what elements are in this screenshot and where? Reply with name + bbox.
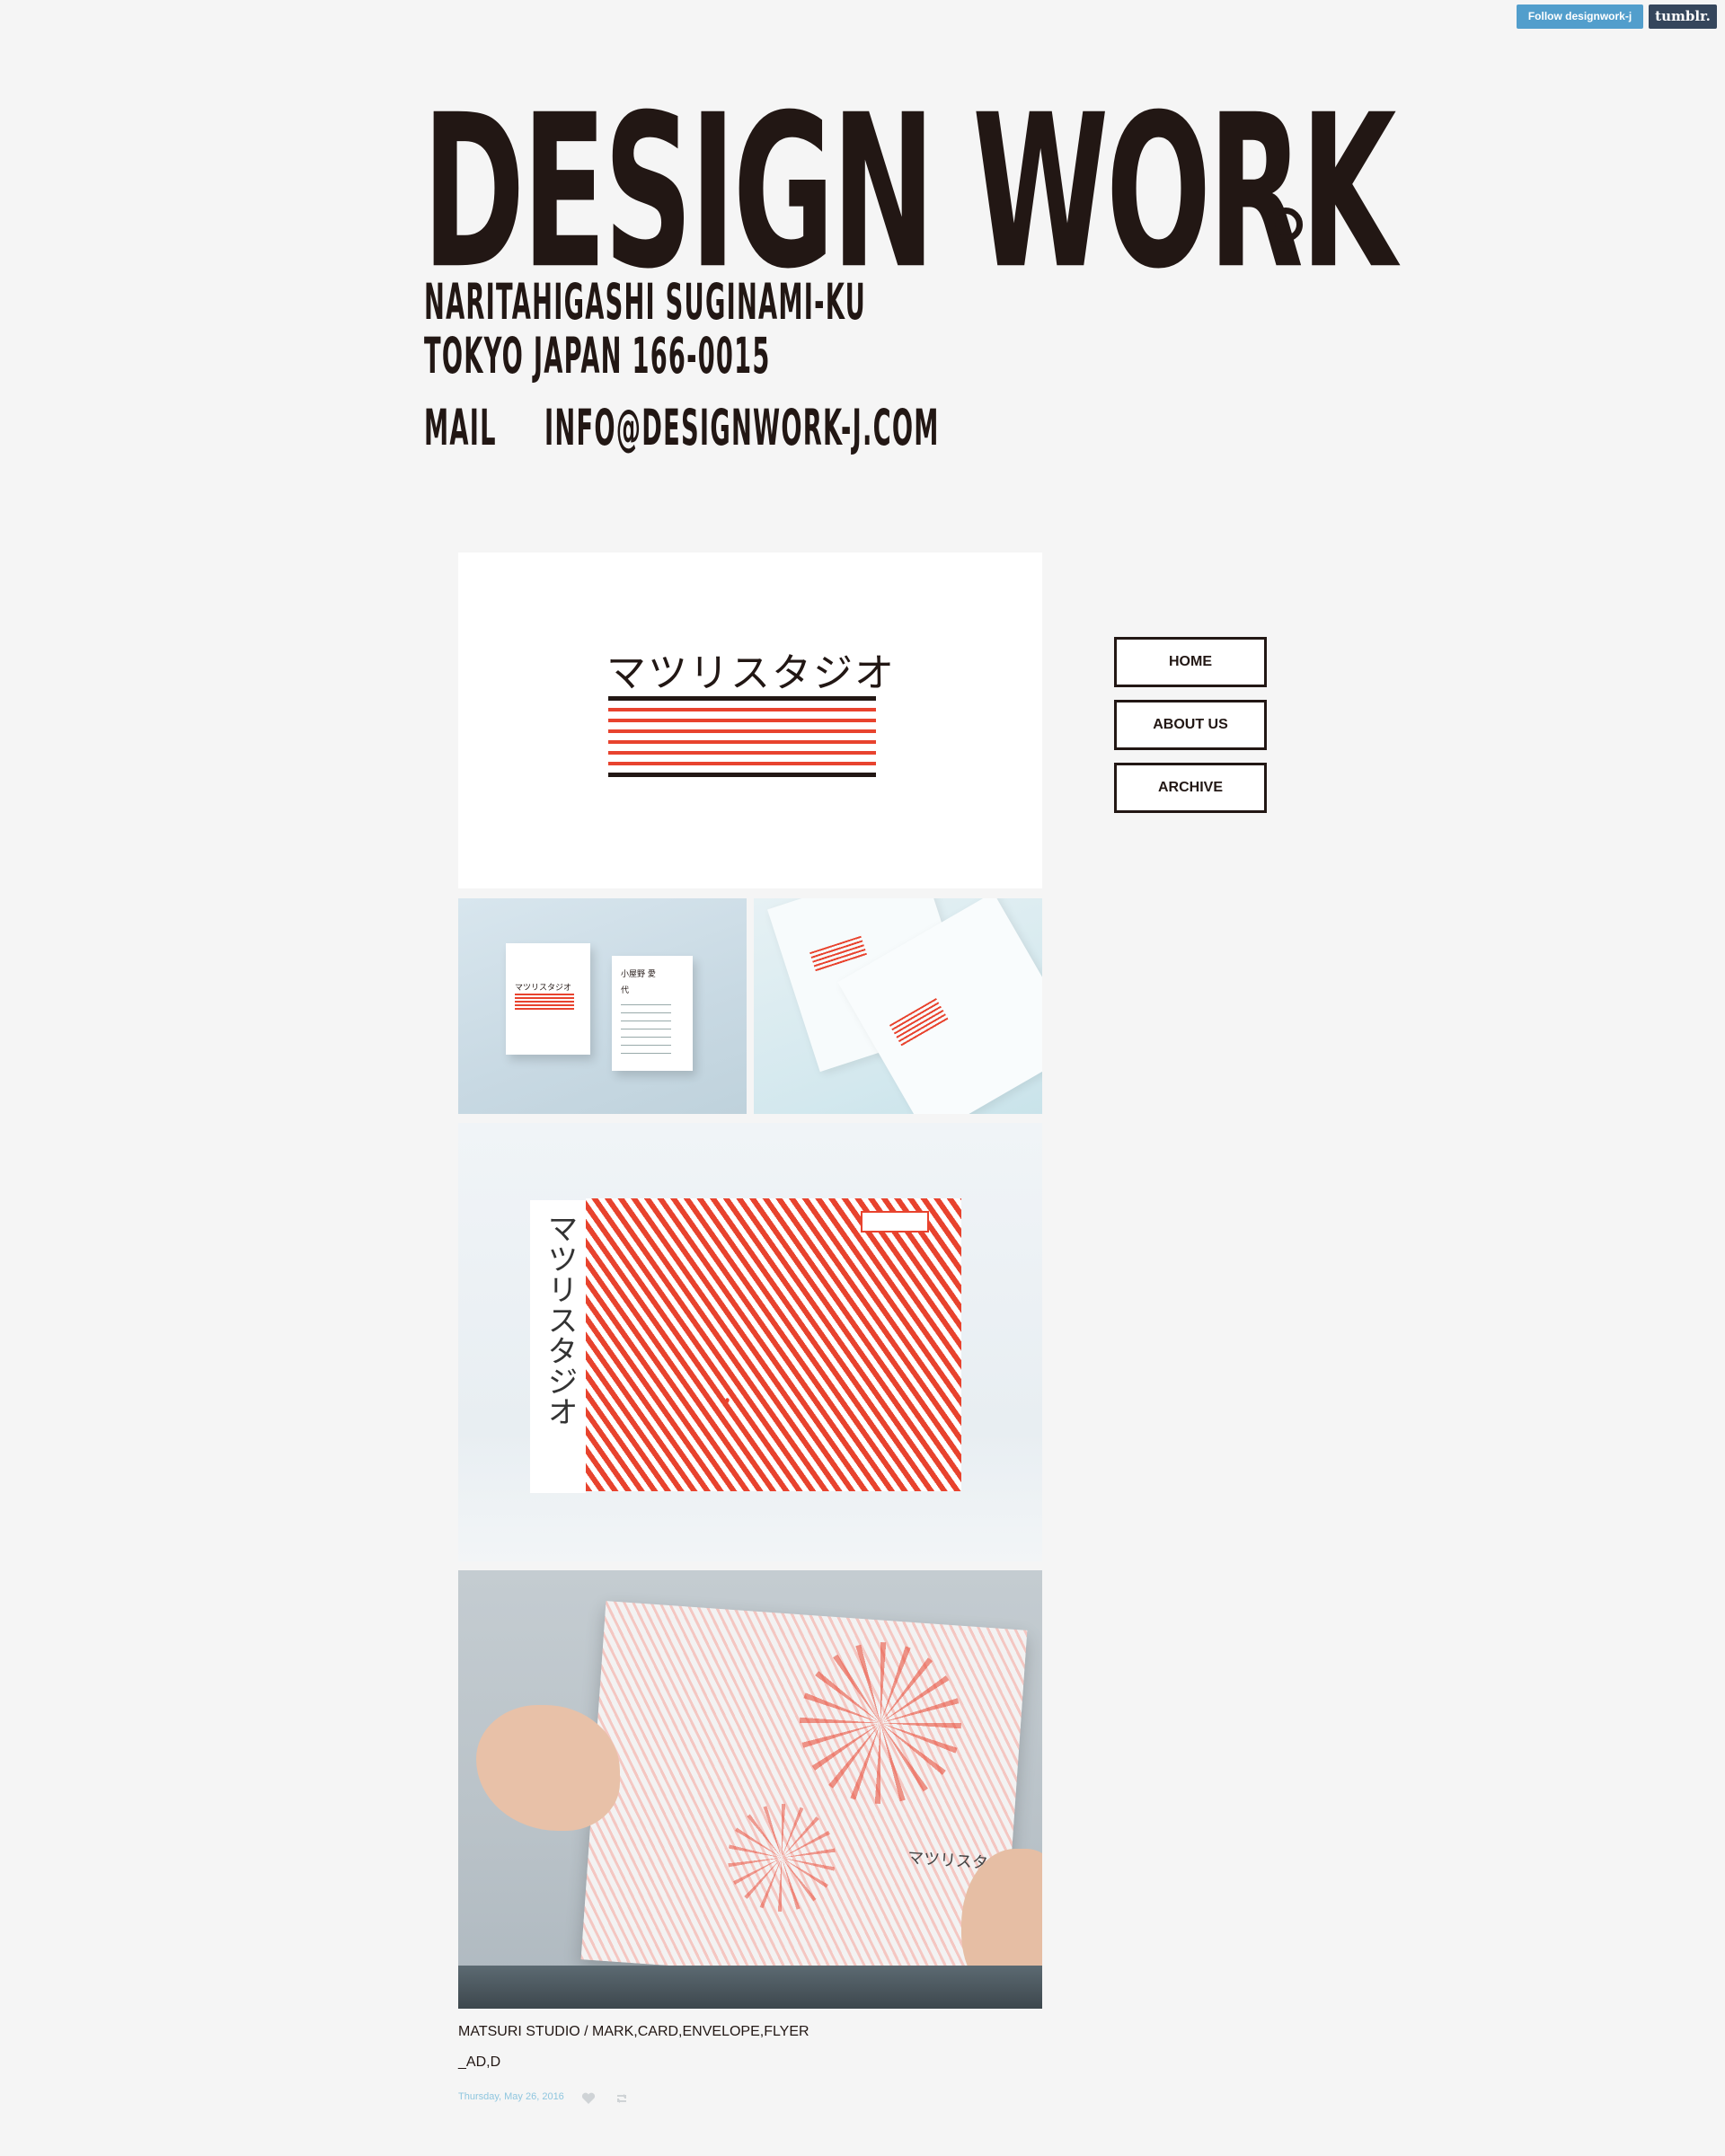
card-back: 小屋野 愛代 [612,956,693,1071]
logo-katakana-text: マツリスタジオ [606,650,896,696]
post-image-logo: マツリスタジオ [458,552,1042,888]
flyer-burst-graphic-2 [728,1804,836,1912]
like-heart-icon[interactable] [581,2092,596,2105]
card-logo-text: マツリスタジオ [515,984,572,993]
post-image-flyer: マツリスタジオ [458,1570,1042,2009]
left-hand [476,1705,620,1831]
nav-about-button[interactable]: ABOUT US [1114,700,1267,750]
address-line-2: TOKYO JAPAN 166-0015 [424,327,771,385]
follow-button[interactable]: Follow designwork-j [1517,4,1643,29]
post-image-envelope-cards [754,898,1042,1114]
envelope-stamp-label [861,1211,929,1233]
envelope-vertical-logo: マツリスタジオ [542,1213,578,1427]
card-front: マツリスタジオ [506,943,590,1055]
envelope-striped-body [586,1198,961,1491]
title-circle-dot-icon [1269,208,1303,242]
post-date-link[interactable]: Thursday, May 26, 2016 [458,2091,564,2102]
post-caption-line-2: _AD,D [458,2054,501,2070]
card-detail-lines [621,1004,671,1058]
card-logo-stripes [515,994,574,1010]
post-image-business-cards: マツリスタジオ 小屋野 愛代 [458,898,747,1114]
address-line-1: NARITAHIGASHI SUGINAMI-KU [424,273,867,331]
heart-icon-envelope: ♥ [721,1396,730,1409]
flyer-sheet [580,1601,1028,1989]
nav-archive-button[interactable]: ARCHIVE [1114,763,1267,813]
card-person-name: 小屋野 愛代 [621,970,656,995]
tumblr-logo-button[interactable]: tumblr. [1649,4,1717,29]
post-image-striped-envelope: マツリスタジオ ♥ [458,1123,1042,1561]
envelope-sheet-2-stripes [889,998,949,1047]
post-caption-line-1: MATSURI STUDIO / MARK,CARD,ENVELOPE,FLYE… [458,2024,809,2039]
mail-label: MAIL [424,399,497,457]
mail-address-link[interactable]: INFO@DESIGNWORK-J.COM [544,400,940,457]
envelope-sheet-1-stripes [809,935,868,974]
logo-stripes-graphic [608,696,876,777]
nav-home-button[interactable]: HOME [1114,637,1267,687]
flyer-burst-graphic [800,1642,961,1804]
reblog-icon[interactable] [615,2092,629,2105]
bridge-silhouette [458,1966,1042,2009]
